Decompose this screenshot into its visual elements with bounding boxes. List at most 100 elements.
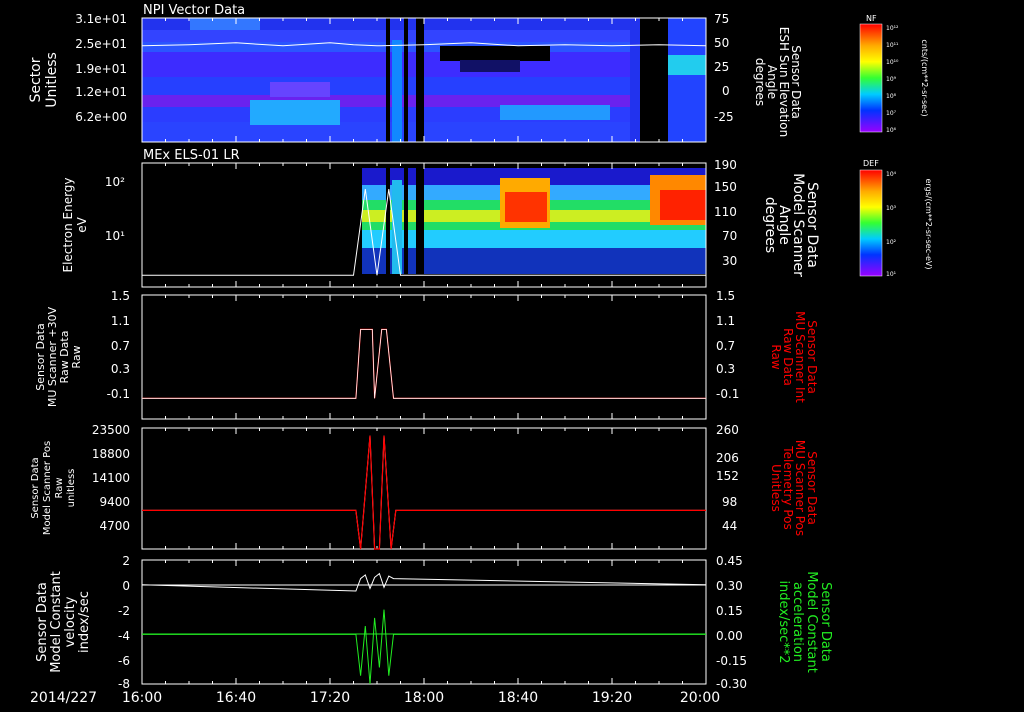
svg-text:index/sec**2: index/sec**2 bbox=[776, 580, 791, 663]
svg-text:23500: 23500 bbox=[92, 423, 130, 437]
mu-raw-ylabel-right: Sensor Data MU Scanner Int Raw Data Raw bbox=[769, 311, 819, 403]
npi-panel: NPI Vector Data 3.1e+01 2.5e+01 1.9e+01 … bbox=[28, 3, 929, 143]
time-tick-label: 17:20 bbox=[310, 690, 350, 706]
plot-window: NPI Vector Data 3.1e+01 2.5e+01 1.9e+01 … bbox=[0, 0, 1024, 708]
svg-text:Sector: Sector bbox=[28, 57, 44, 102]
svg-text:10¹: 10¹ bbox=[886, 271, 897, 278]
svg-text:10⁹: 10⁹ bbox=[886, 76, 897, 83]
svg-text:0.15: 0.15 bbox=[716, 604, 743, 618]
svg-text:eV: eV bbox=[75, 216, 89, 232]
acceleration-green-line bbox=[142, 609, 706, 685]
svg-text:14100: 14100 bbox=[92, 471, 130, 485]
svg-text:18800: 18800 bbox=[92, 447, 130, 461]
time-tick-label: 19:20 bbox=[592, 690, 632, 706]
npi-left-tick: 3.1e+01 bbox=[75, 12, 127, 26]
els-right-tick: 30 bbox=[722, 254, 737, 268]
els-right-tick: 110 bbox=[714, 205, 737, 219]
els-right-tick: 70 bbox=[722, 229, 737, 243]
time-tick-label: 20:00 bbox=[680, 690, 720, 706]
scanner-pos-left-tick-labels: 23500 18800 14100 9400 4700 bbox=[92, 423, 130, 533]
npi-right-tick-labels: 75 50 25 0 -25 bbox=[714, 12, 734, 124]
els-right-tick-labels: 190 150 110 70 30 bbox=[714, 158, 737, 268]
velocity-ylabel-left: Sensor Data Model Constant velocity inde… bbox=[35, 571, 92, 673]
scanner-pos-right-tick-labels: 260 206 152 98 44 bbox=[716, 423, 739, 533]
velocity-right-tick-labels: 0.45 0.30 0.15 0.00 -0.15 -0.30 bbox=[716, 554, 747, 691]
mu-raw-ylabel-left: Sensor Data MU Scanner +30V Raw Data Raw bbox=[34, 306, 83, 407]
svg-text:10¹⁰: 10¹⁰ bbox=[886, 59, 899, 66]
svg-text:-2: -2 bbox=[118, 604, 130, 618]
scanner-pos-axis-ticks bbox=[141, 428, 707, 549]
scanner-pos-red-line bbox=[142, 435, 706, 550]
svg-text:1.1: 1.1 bbox=[716, 314, 735, 328]
npi-left-tick: 1.9e+01 bbox=[75, 62, 127, 76]
svg-text:152: 152 bbox=[716, 469, 739, 483]
scanner-pos-white-line bbox=[142, 435, 706, 550]
svg-text:-0.30: -0.30 bbox=[716, 677, 747, 691]
els-left-tick: 10² bbox=[105, 175, 125, 189]
els-colorbar: DEF 10⁴ 10³ 10² 10¹ ergs/(cm**2-sr-sec-e… bbox=[859, 159, 933, 278]
npi-ylabel-left: Sector Unitless bbox=[28, 52, 60, 108]
svg-text:Unitless: Unitless bbox=[44, 52, 60, 108]
svg-text:index/sec: index/sec bbox=[77, 591, 92, 653]
mu-raw-frame bbox=[141, 294, 707, 420]
els-right-tick: 190 bbox=[714, 158, 737, 172]
svg-text:degrees: degrees bbox=[753, 58, 767, 106]
mu-raw-right-tick-labels: 1.5 1.1 0.7 0.3 -0.1 bbox=[716, 289, 739, 401]
svg-text:0.30: 0.30 bbox=[716, 579, 743, 593]
time-tick-label: 18:00 bbox=[404, 690, 444, 706]
npi-left-tick: 6.2e+00 bbox=[75, 110, 127, 124]
svg-text:0.7: 0.7 bbox=[716, 339, 735, 353]
svg-text:260: 260 bbox=[716, 423, 739, 437]
time-axis: 2014/227 16:00 16:40 17:20 18:00 18:40 1… bbox=[30, 690, 720, 706]
velocity-white-line bbox=[141, 572, 707, 592]
svg-text:Sensor Data: Sensor Data bbox=[30, 457, 41, 518]
svg-text:1.1: 1.1 bbox=[111, 314, 130, 328]
svg-text:Electron Energy: Electron Energy bbox=[61, 177, 75, 272]
svg-text:Raw: Raw bbox=[54, 477, 65, 498]
svg-text:Model Constant: Model Constant bbox=[49, 571, 64, 673]
els-colorbar-units: ergs/(cm**2-sr-sec-eV) bbox=[924, 178, 933, 269]
svg-text:1.5: 1.5 bbox=[716, 289, 735, 303]
svg-text:Sensor Data: Sensor Data bbox=[818, 582, 833, 662]
velocity-panel: 2 0 -2 -4 -6 -8 0.45 0.30 0.15 0.00 -0.1… bbox=[35, 554, 833, 691]
svg-text:Raw: Raw bbox=[70, 345, 83, 368]
mu-raw-axis-ticks bbox=[141, 295, 707, 419]
svg-text:4700: 4700 bbox=[99, 519, 130, 533]
npi-left-tick: 1.2e+01 bbox=[75, 85, 127, 99]
npi-left-tick: 2.5e+01 bbox=[75, 37, 127, 51]
svg-text:-0.1: -0.1 bbox=[107, 387, 130, 401]
svg-text:0.3: 0.3 bbox=[716, 362, 735, 376]
svg-text:10²: 10² bbox=[886, 239, 897, 246]
scanner-pos-ylabel-left: Sensor Data Model Scanner Pos Raw unitle… bbox=[30, 441, 77, 535]
svg-text:Model Scanner Pos: Model Scanner Pos bbox=[42, 441, 53, 535]
svg-text:0.7: 0.7 bbox=[111, 339, 130, 353]
scanner-pos-ylabel-right: Sensor Data MU Scanner Pos Telemetry Pos… bbox=[769, 440, 819, 536]
svg-text:10³: 10³ bbox=[886, 205, 897, 212]
velocity-ylabel-right: Sensor Data Model Constant acceleration … bbox=[776, 571, 833, 673]
npi-title: NPI Vector Data bbox=[143, 3, 245, 18]
scanner-pos-panel: 23500 18800 14100 9400 4700 260 206 152 … bbox=[30, 423, 819, 550]
svg-text:velocity: velocity bbox=[63, 596, 78, 647]
svg-text:-6: -6 bbox=[118, 654, 130, 668]
npi-colorbar: NF 10¹² 10¹¹ 10¹⁰ 10⁹ 10⁸ 10⁷ 10⁶ cnts/(… bbox=[859, 14, 929, 134]
velocity-left-tick-labels: 2 0 -2 -4 -6 -8 bbox=[118, 554, 130, 691]
svg-text:44: 44 bbox=[722, 519, 737, 533]
svg-text:-0.15: -0.15 bbox=[716, 654, 747, 668]
svg-text:2: 2 bbox=[122, 554, 130, 568]
svg-text:10⁴: 10⁴ bbox=[886, 171, 897, 178]
svg-text:-0.1: -0.1 bbox=[716, 387, 739, 401]
scanner-pos-frame bbox=[141, 427, 707, 550]
date-label: 2014/227 bbox=[30, 690, 97, 706]
svg-text:acceleration: acceleration bbox=[790, 582, 805, 662]
svg-text:10⁷: 10⁷ bbox=[886, 110, 897, 117]
svg-text:0.45: 0.45 bbox=[716, 554, 743, 568]
mu-raw-left-tick-labels: 1.5 1.1 0.7 0.3 -0.1 bbox=[107, 289, 130, 401]
svg-text:Model Constant: Model Constant bbox=[804, 571, 819, 673]
time-tick-label: 18:40 bbox=[498, 690, 538, 706]
els-ylabel-left: Electron Energy eV bbox=[61, 177, 89, 272]
svg-text:9400: 9400 bbox=[99, 495, 130, 509]
els-heatmap bbox=[142, 163, 706, 287]
mu-raw-red-line bbox=[142, 328, 706, 399]
npi-left-tick-labels: 3.1e+01 2.5e+01 1.9e+01 1.2e+01 6.2e+00 bbox=[75, 12, 127, 124]
svg-text:98: 98 bbox=[722, 495, 737, 509]
